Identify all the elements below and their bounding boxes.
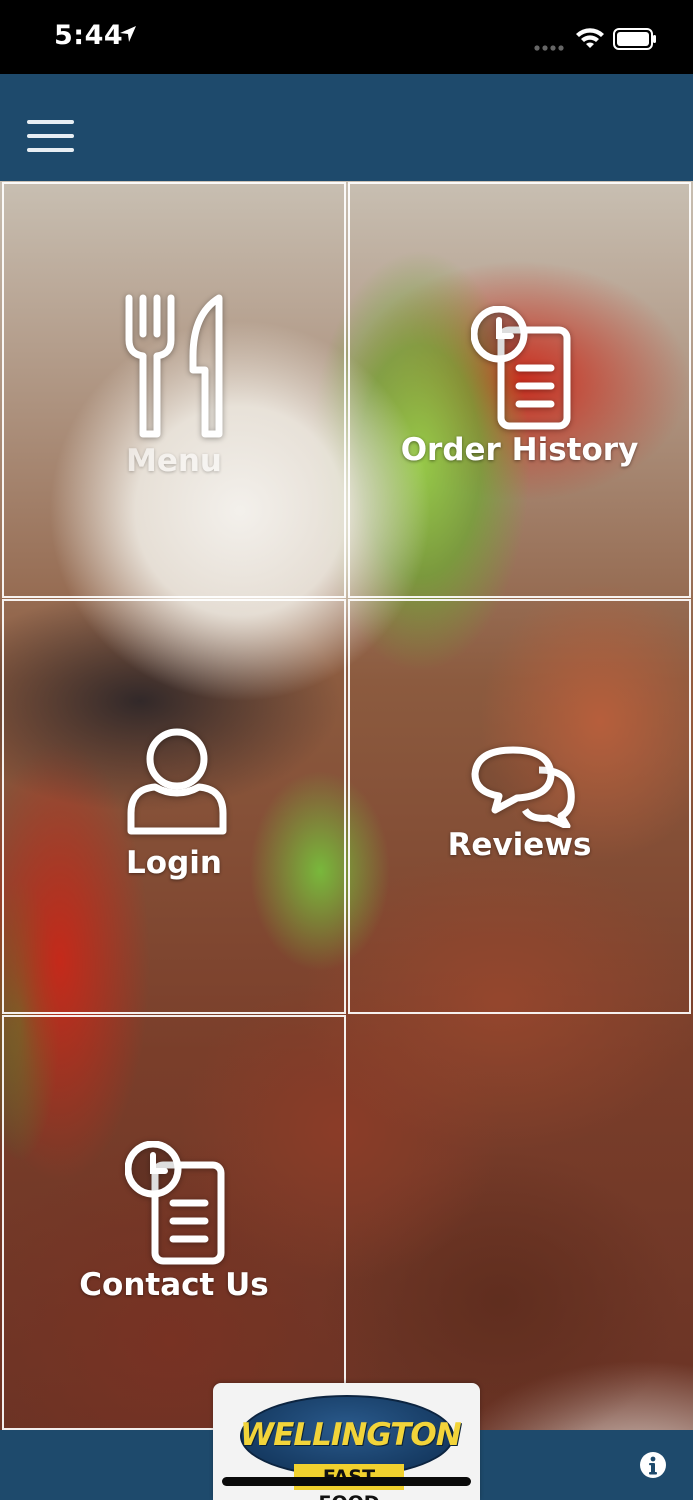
battery-icon — [613, 28, 657, 55]
nav-bar — [0, 74, 693, 181]
tile-login[interactable]: Login — [2, 599, 346, 1014]
tile-order-history-label: Order History — [400, 432, 639, 468]
fork-knife-icon — [123, 294, 231, 440]
home-indicator[interactable] — [222, 1477, 471, 1486]
clock-document-icon — [471, 306, 575, 432]
status-bar: 5:44 — [0, 0, 693, 74]
user-icon — [125, 727, 229, 839]
tile-reviews[interactable]: Reviews — [348, 599, 691, 1014]
tile-menu[interactable]: Menu — [2, 182, 346, 598]
clock-document-icon — [125, 1141, 229, 1267]
info-icon[interactable] — [639, 1451, 667, 1479]
location-arrow-icon — [118, 24, 138, 49]
signal-icon — [534, 39, 566, 57]
tile-order-history[interactable]: Order History — [348, 182, 691, 598]
chat-bubbles-icon — [469, 744, 577, 828]
logo-name: WELLINGTON — [240, 1417, 462, 1453]
hamburger-icon[interactable] — [27, 118, 75, 154]
tile-contact-us[interactable]: Contact Us — [2, 1015, 346, 1430]
tile-contact-us-label: Contact Us — [79, 1267, 269, 1303]
wifi-icon — [575, 26, 605, 53]
tile-reviews-label: Reviews — [447, 827, 592, 863]
tile-menu-label: Menu — [125, 443, 222, 479]
tile-login-label: Login — [126, 845, 222, 881]
status-time: 5:44 — [54, 20, 124, 51]
